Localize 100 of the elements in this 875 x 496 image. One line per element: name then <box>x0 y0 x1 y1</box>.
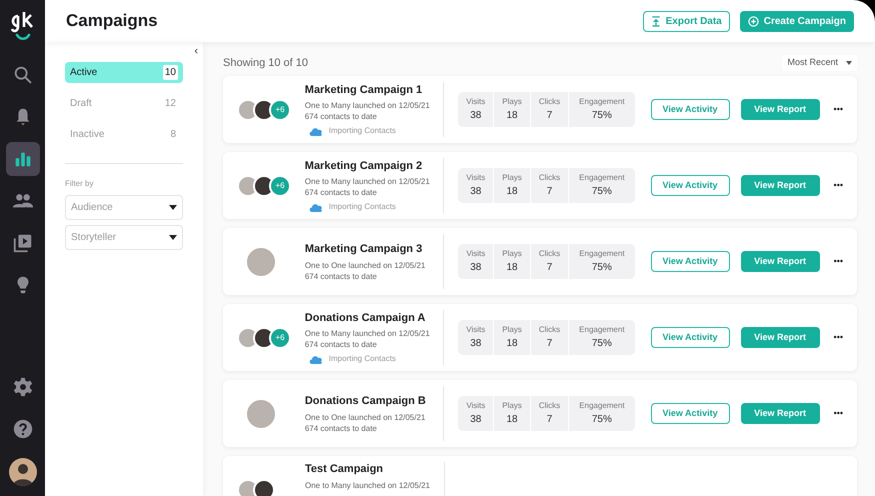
filter-dropdown[interactable]: Audience <box>65 195 183 220</box>
stat-value: 75% <box>592 337 612 351</box>
import-status: Importing Contacts <box>328 353 396 366</box>
collapse-button[interactable]: ‹ <box>194 43 198 60</box>
caret-icon <box>846 61 852 65</box>
more-options-button[interactable]: ••• <box>834 330 843 344</box>
stat-label: Plays <box>502 400 522 412</box>
campaign-title: Donations Campaign B <box>304 394 427 410</box>
launch-info: One to Many launched on 12/05/21 <box>304 100 431 112</box>
stat-value: 38 <box>470 413 482 427</box>
page-title: Campaigns <box>66 10 159 32</box>
status-filter[interactable]: Active 10 <box>65 62 183 83</box>
stat-value: 75% <box>592 261 612 275</box>
more-options-button[interactable]: ••• <box>834 102 843 116</box>
view-activity-button[interactable]: View Activity <box>650 99 730 120</box>
results-count: Showing 10 of 10 <box>223 56 308 71</box>
stat-label: Visits <box>466 248 486 260</box>
stat-value: 7 <box>546 185 552 199</box>
status-filter[interactable]: Draft 12 <box>65 93 183 114</box>
stat-value: 38 <box>470 185 482 199</box>
more-members-badge: +6 <box>269 174 291 196</box>
video-icon <box>12 232 34 254</box>
settings-icon <box>12 376 34 398</box>
campaign-title: Marketing Campaign 3 <box>304 242 424 258</box>
nav-button[interactable] <box>6 142 40 176</box>
contacts-count: 674 contacts to date <box>304 339 378 350</box>
stat-value: 75% <box>592 413 612 427</box>
contacts-count: 674 contacts to date <box>304 187 378 198</box>
user-avatar[interactable] <box>8 458 36 486</box>
stat-label: Plays <box>502 96 522 108</box>
campaign-title: Test Campaign <box>305 462 384 477</box>
stat-label: Engagement <box>579 172 625 184</box>
stat-value: 75% <box>592 109 612 123</box>
stat-label: Clicks <box>538 96 560 108</box>
stat-value: 38 <box>470 109 482 123</box>
cloud-icon <box>308 202 323 212</box>
more-members-badge: +6 <box>269 326 291 348</box>
view-report-button[interactable]: View Report <box>740 327 820 348</box>
stat-value: 18 <box>506 413 518 427</box>
view-report-button[interactable]: View Report <box>740 251 820 272</box>
export-button[interactable]: Export Data <box>642 10 730 32</box>
view-report-button[interactable]: View Report <box>740 99 820 120</box>
stat-label: Visits <box>466 324 486 336</box>
stat-value: 18 <box>506 185 518 199</box>
stat-label: Visits <box>466 400 486 412</box>
launch-info: One to Many launched on 12/05/21 <box>304 328 431 340</box>
view-activity-button[interactable]: View Activity <box>650 403 730 424</box>
view-report-button[interactable]: View Report <box>740 403 820 424</box>
stat-value: 7 <box>546 337 552 351</box>
plus-circle-icon <box>748 16 759 26</box>
more-options-button[interactable]: ••• <box>834 406 844 420</box>
view-activity-button[interactable]: View Activity <box>650 251 730 272</box>
campaign-title: Donations Campaign A <box>304 310 426 326</box>
stat-label: Clicks <box>538 172 560 184</box>
stat-value: 7 <box>546 413 552 427</box>
more-members-badge: +6 <box>269 98 291 120</box>
campaign-title: Marketing Campaign 2 <box>304 158 424 174</box>
launch-info: One to Many launched on 12/05/21 <box>305 480 431 490</box>
contacts-count: 674 contacts to date <box>304 270 378 282</box>
stat-label: Engagement <box>579 400 625 412</box>
caret-icon <box>169 205 177 210</box>
stat-value: 7 <box>546 109 552 123</box>
stat-label: Clicks <box>538 400 560 412</box>
upload-icon <box>650 16 661 26</box>
sort-dropdown[interactable]: Most Recent <box>782 55 857 71</box>
more-options-button[interactable]: ••• <box>834 178 843 192</box>
view-activity-button[interactable]: View Activity <box>650 327 730 348</box>
filter-label: Filter by <box>65 178 94 190</box>
status-filter[interactable]: Inactive 8 <box>65 124 183 145</box>
create-campaign-button[interactable]: Create Campaign <box>740 10 854 32</box>
stat-value: 38 <box>470 337 482 351</box>
launch-info: One to One launched on 12/05/21 <box>304 412 426 423</box>
cloud-icon <box>308 354 323 364</box>
stat-label: Engagement <box>579 248 625 260</box>
cloud-icon <box>308 126 323 136</box>
view-activity-button[interactable]: View Activity <box>650 175 730 196</box>
campaign-title: Marketing Campaign 1 <box>304 82 424 98</box>
import-status: Importing Contacts <box>328 125 396 138</box>
stat-value: 75% <box>592 185 612 199</box>
launch-info: One to Many launched on 12/05/21 <box>304 176 431 188</box>
stat-label: Clicks <box>538 324 560 336</box>
contacts-count: 674 contacts to date <box>304 422 378 434</box>
stat-value: 18 <box>506 109 518 123</box>
stat-label: Engagement <box>579 324 625 336</box>
stat-value: 18 <box>506 261 518 275</box>
caret-icon <box>169 235 177 240</box>
stat-label: Plays <box>502 172 522 184</box>
contacts-count: 674 contacts to date <box>304 111 378 122</box>
launch-info: One to One launched on 12/05/21 <box>304 260 426 271</box>
stat-label: Clicks <box>538 248 560 260</box>
help-icon <box>12 418 34 440</box>
view-report-button[interactable]: View Report <box>740 175 820 196</box>
import-status: Importing Contacts <box>328 201 396 214</box>
stat-label: Visits <box>466 172 486 184</box>
stat-value: 18 <box>506 337 518 351</box>
stat-label: Plays <box>502 248 522 260</box>
stat-value: 38 <box>470 261 482 275</box>
filter-dropdown[interactable]: Storyteller <box>65 225 183 250</box>
stat-label: Engagement <box>579 96 625 108</box>
more-options-button[interactable]: ••• <box>834 254 844 268</box>
